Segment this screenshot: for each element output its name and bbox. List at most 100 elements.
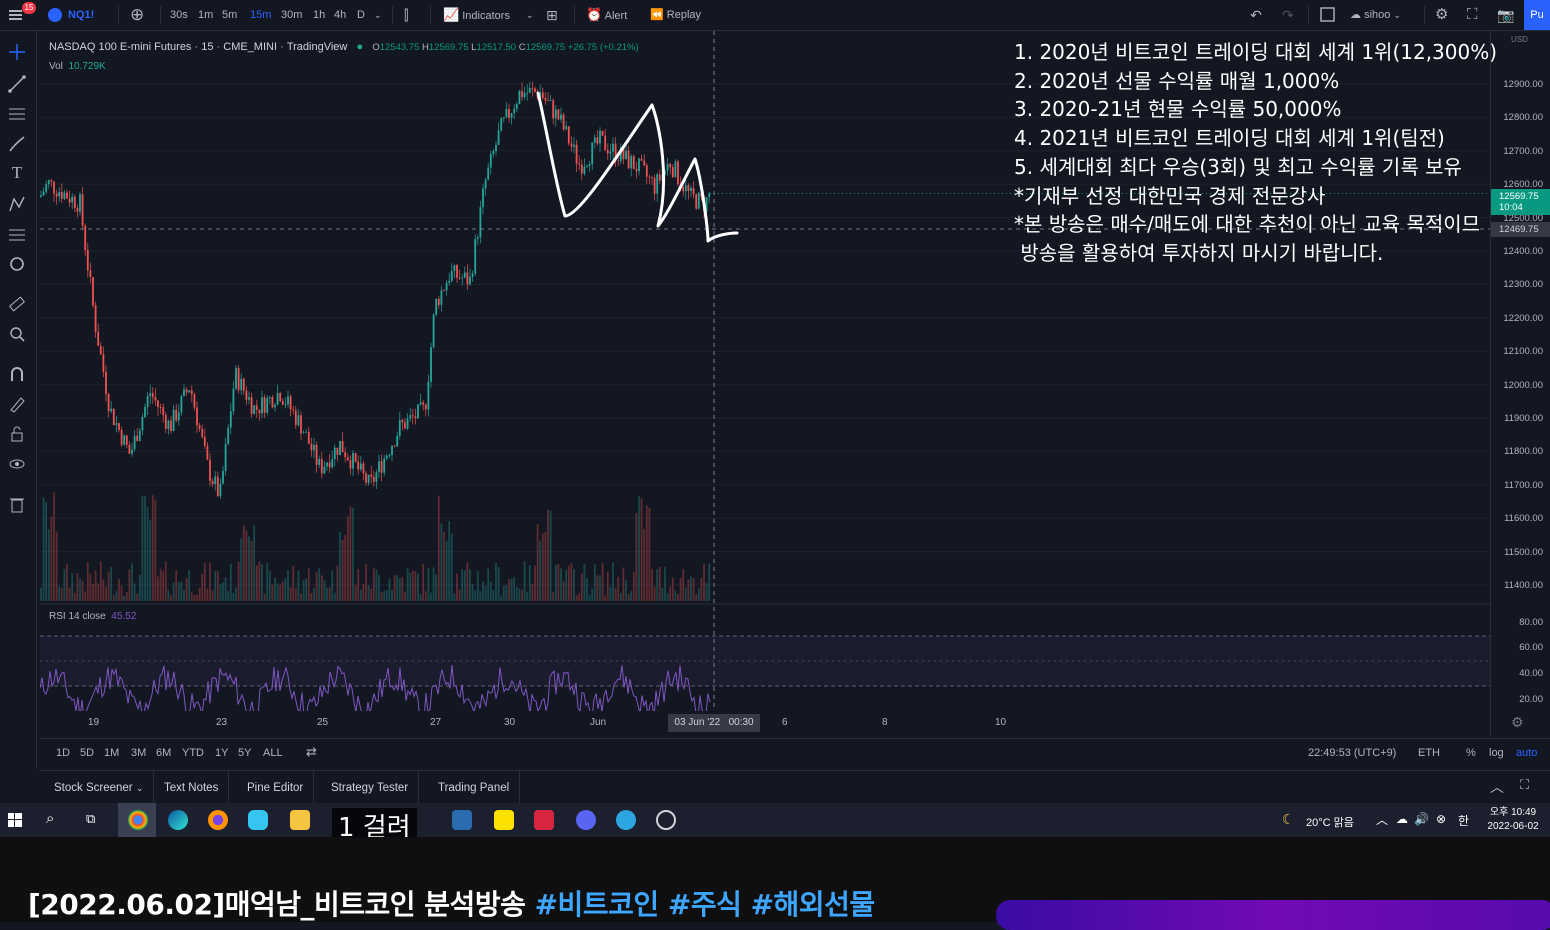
- app-bird-icon[interactable]: [248, 810, 268, 830]
- hashtag-stock[interactable]: #주식: [668, 888, 742, 921]
- tab-text-notes[interactable]: Text Notes: [154, 771, 230, 803]
- pattern-tool-icon[interactable]: [8, 195, 26, 213]
- candle-body: [92, 277, 94, 306]
- edge-icon[interactable]: [168, 810, 188, 830]
- volume-bar: [320, 575, 323, 601]
- range-all[interactable]: ALL: [263, 747, 283, 759]
- kakaotalk-icon[interactable]: [494, 810, 514, 830]
- symbol-search-button[interactable]: NQ1!: [68, 0, 94, 30]
- ime-icon[interactable]: 한: [1458, 812, 1469, 829]
- tab-stock-screener[interactable]: Stock Screener ⌄: [44, 771, 155, 803]
- publish-button[interactable]: Pu: [1524, 0, 1550, 30]
- indicators-button[interactable]: 📈 Indicators: [443, 0, 510, 30]
- settings-gear-icon[interactable]: ⚙: [1435, 0, 1448, 30]
- maximize-panel-icon[interactable]: ⛶: [1520, 777, 1529, 793]
- collapse-panel-icon[interactable]: ︿: [1490, 777, 1504, 797]
- range-ytd[interactable]: YTD: [182, 747, 204, 759]
- range-1d[interactable]: 1D: [56, 747, 70, 759]
- trash-icon[interactable]: [8, 495, 26, 513]
- time-axis[interactable]: 19 23 25 27 30 Jun 6 8 10 03 Jun '22 00:30 ⚙: [40, 711, 1524, 736]
- hashtag-bitcoin[interactable]: #비트코인: [535, 888, 660, 921]
- indicators-dropdown-icon[interactable]: ⌄: [526, 0, 534, 30]
- interval-dropdown-chevron-icon[interactable]: ⌄: [374, 0, 382, 30]
- crosshair-icon[interactable]: [8, 43, 26, 61]
- candle-body: [227, 427, 230, 445]
- magnet-icon[interactable]: [8, 365, 26, 383]
- weather-text[interactable]: 20°C 맑음: [1306, 814, 1354, 830]
- undo-icon[interactable]: ↶: [1250, 0, 1262, 30]
- tab-pine-editor[interactable]: Pine Editor: [237, 771, 315, 803]
- fullscreen-icon[interactable]: ⛶: [1467, 0, 1478, 30]
- compare-add-icon[interactable]: ⊕: [130, 0, 144, 30]
- firefox-icon[interactable]: [208, 810, 228, 830]
- interval-4h[interactable]: 4h: [334, 0, 346, 30]
- network-icon[interactable]: ☁: [1396, 812, 1408, 826]
- range-1y[interactable]: 1Y: [215, 747, 228, 759]
- security-icon[interactable]: ⊗: [1436, 812, 1446, 826]
- discord-icon[interactable]: [576, 810, 596, 830]
- fullscreen-layout-icon[interactable]: [1320, 0, 1336, 30]
- templates-grid-icon[interactable]: ⊞: [546, 0, 558, 30]
- calculator-icon[interactable]: [452, 810, 472, 830]
- range-3m[interactable]: 3M: [131, 747, 146, 759]
- candle-style-icon[interactable]: ⫿: [404, 0, 408, 30]
- alert-button[interactable]: ⏰ Alert: [586, 0, 627, 30]
- tab-trading-panel[interactable]: Trading Panel: [428, 771, 521, 803]
- video-title[interactable]: [2022.06.02]매억남_비트코인 분석방송 #비트코인 #주식 #해외선…: [28, 883, 875, 923]
- file-explorer-icon[interactable]: [290, 810, 310, 830]
- log-scale-button[interactable]: log: [1489, 747, 1504, 759]
- volume-bar: [580, 573, 583, 601]
- lock-pencil-icon[interactable]: [8, 395, 26, 413]
- range-1m[interactable]: 1M: [104, 747, 119, 759]
- clock[interactable]: 22:49:53 (UTC+9): [1308, 747, 1396, 759]
- interval-D[interactable]: D: [357, 0, 365, 30]
- replay-button[interactable]: ⏪ Replay: [650, 0, 701, 30]
- redo-icon[interactable]: ↷: [1282, 0, 1294, 30]
- axis-settings-gear-icon[interactable]: ⚙: [1511, 714, 1524, 731]
- candle-body: [73, 196, 76, 209]
- windows-start-icon[interactable]: [8, 813, 22, 827]
- candle-body: [567, 126, 570, 144]
- ruler-icon[interactable]: [8, 295, 26, 313]
- interval-15m[interactable]: 15m: [250, 0, 271, 30]
- brush-icon[interactable]: [8, 135, 26, 153]
- camera-snapshot-icon[interactable]: 📷: [1497, 0, 1514, 30]
- interval-30m[interactable]: 30m: [281, 0, 302, 30]
- goto-date-icon[interactable]: ⇄: [306, 744, 317, 760]
- range-5d[interactable]: 5D: [80, 747, 94, 759]
- shape-circle-icon[interactable]: [8, 255, 26, 273]
- prediction-tool-icon[interactable]: [8, 225, 26, 243]
- percent-scale-button[interactable]: %: [1466, 747, 1476, 759]
- zoom-in-icon[interactable]: [8, 325, 26, 343]
- interval-1m[interactable]: 1m: [198, 0, 213, 30]
- lock-icon[interactable]: [8, 425, 26, 443]
- auto-scale-button[interactable]: auto: [1516, 747, 1537, 759]
- obs-icon[interactable]: [656, 810, 676, 830]
- task-view-icon[interactable]: ⧉: [86, 811, 95, 827]
- range-5y[interactable]: 5Y: [238, 747, 251, 759]
- trend-line-icon[interactable]: [8, 75, 26, 93]
- layout-name-button[interactable]: ☁ sihoo ⌄: [1350, 0, 1401, 30]
- fib-retracement-icon[interactable]: [8, 105, 26, 123]
- interval-5m[interactable]: 5m: [222, 0, 237, 30]
- eye-visibility-icon[interactable]: [8, 455, 26, 473]
- candle-body: [677, 161, 679, 184]
- interval-1h[interactable]: 1h: [313, 0, 325, 30]
- telegram-icon[interactable]: [616, 810, 636, 830]
- text-tool-icon[interactable]: T: [8, 163, 26, 182]
- search-icon[interactable]: ⌕: [46, 810, 54, 827]
- volume-speaker-icon[interactable]: 🔊: [1414, 812, 1429, 826]
- promo-banner[interactable]: [996, 900, 1550, 930]
- price-axis[interactable]: USD 12900.00 12800.00 12700.00 12600.00 1250…: [1490, 31, 1550, 736]
- chrome-icon[interactable]: [128, 810, 148, 830]
- app-red-icon[interactable]: [534, 810, 554, 830]
- volume-bar: [274, 577, 276, 601]
- interval-30s[interactable]: 30s: [170, 0, 188, 30]
- layout-name: sihoo: [1364, 9, 1391, 21]
- tray-chevron-icon[interactable]: ︿: [1376, 811, 1388, 828]
- system-clock[interactable]: 오후 10:49 2022-06-02: [1482, 806, 1544, 834]
- range-6m[interactable]: 6M: [156, 747, 171, 759]
- hashtag-futures[interactable]: #해외선물: [751, 888, 876, 921]
- tab-strategy-tester[interactable]: Strategy Tester: [321, 771, 420, 803]
- session-button[interactable]: ETH: [1418, 747, 1440, 759]
